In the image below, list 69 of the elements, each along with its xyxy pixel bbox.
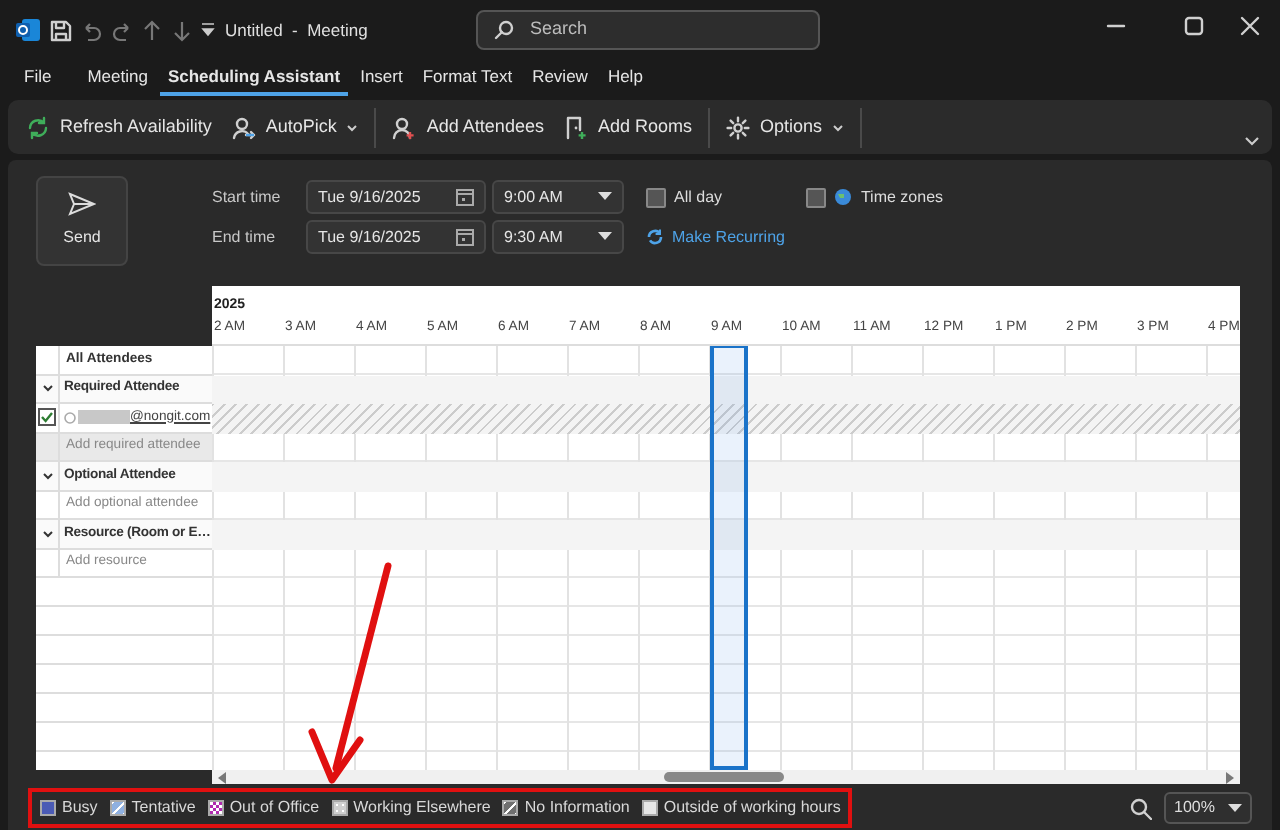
refresh-icon: [26, 115, 50, 139]
date-field[interactable]: Tue 9/16/2025: [306, 180, 486, 214]
menu-tab[interactable]: Scheduling Assistant: [159, 61, 349, 95]
window-title: Untitled - Meeting: [225, 17, 368, 43]
legend-label: Tentative: [131, 796, 196, 820]
scroll-right-icon[interactable]: [1224, 771, 1234, 783]
search-icon: [494, 20, 514, 40]
all-day-checkbox[interactable]: All day: [646, 185, 785, 209]
collapse-chevron-icon[interactable]: [1244, 136, 1260, 148]
person-arrow-icon: [231, 115, 256, 139]
menu-tab[interactable]: Format Text: [414, 61, 521, 95]
date-field[interactable]: Tue 9/16/2025: [306, 220, 486, 254]
send-icon: [68, 192, 96, 216]
field-label: End time: [212, 225, 278, 249]
chevron-down-icon[interactable]: [41, 382, 53, 395]
legend-label: No Information: [524, 796, 630, 820]
legend-label: Out of Office: [229, 796, 320, 820]
scrollbar-thumb[interactable]: [664, 772, 784, 782]
caret-icon: [1228, 803, 1242, 813]
menu-tab[interactable]: Review: [524, 61, 596, 95]
add-person-icon: [392, 115, 417, 139]
zoom-dropdown[interactable]: 100%: [1164, 792, 1252, 824]
legend-label: Outside of working hours: [663, 796, 841, 820]
legend-label: Busy: [62, 796, 98, 820]
caret-icon: [598, 232, 612, 242]
send-button[interactable]: Send: [36, 176, 128, 266]
dropdown-button[interactable]: Options: [716, 107, 855, 147]
time-zones-checkbox[interactable]: Time zones: [806, 185, 944, 209]
chevron-down-icon[interactable]: [41, 527, 53, 540]
legend-label: Working Elsewhere: [353, 796, 491, 820]
menu-tab[interactable]: Help: [599, 61, 651, 95]
undo-icon[interactable]: [80, 19, 102, 41]
door-plus-icon: [563, 115, 588, 139]
search-field[interactable]: Search: [476, 10, 820, 50]
caret-icon[interactable]: [200, 22, 216, 38]
caret-icon: [832, 121, 845, 133]
gear-icon: [726, 115, 750, 139]
caret-icon: [598, 192, 612, 202]
calendar-icon: [456, 228, 474, 246]
menu-tab[interactable]: File: [16, 61, 60, 95]
chevron-down-icon[interactable]: [41, 469, 53, 482]
menu-tab[interactable]: Insert: [352, 61, 411, 95]
status-circle-icon: [64, 411, 76, 424]
down-arrow-icon[interactable]: [171, 19, 191, 41]
search-input[interactable]: Search: [530, 16, 770, 44]
ribbon-button[interactable]: Add Rooms: [553, 107, 702, 147]
time-dropdown[interactable]: 9:00 AM: [492, 180, 624, 214]
redaction-bar: [78, 410, 130, 425]
redo-icon[interactable]: [111, 19, 133, 41]
horizontal-scrollbar[interactable]: [212, 770, 1240, 784]
dropdown-button[interactable]: AutoPick: [221, 107, 369, 147]
field-label: Start time: [212, 185, 283, 209]
save-icon[interactable]: [49, 19, 71, 41]
menu-tab[interactable]: Meeting: [79, 61, 156, 95]
up-arrow-icon[interactable]: [142, 19, 162, 41]
recurring-icon: [646, 228, 664, 246]
zoom-icon[interactable]: [1130, 797, 1152, 819]
app-logo-icon[interactable]: [16, 18, 40, 42]
ribbon-button[interactable]: Refresh Availability: [16, 107, 222, 147]
close-icon[interactable]: [1240, 16, 1260, 36]
time-dropdown[interactable]: 9:30 AM: [492, 220, 624, 254]
caret-icon: [346, 121, 359, 133]
checked-checkbox-icon[interactable]: [38, 408, 56, 427]
ribbon-button[interactable]: Add Attendees: [382, 107, 554, 147]
maximize-icon[interactable]: [1184, 16, 1204, 36]
calendar-icon: [456, 188, 474, 206]
scroll-left-icon[interactable]: [218, 771, 228, 783]
make-recurring-link[interactable]: Make Recurring: [646, 225, 785, 249]
globe-icon: [834, 188, 853, 206]
